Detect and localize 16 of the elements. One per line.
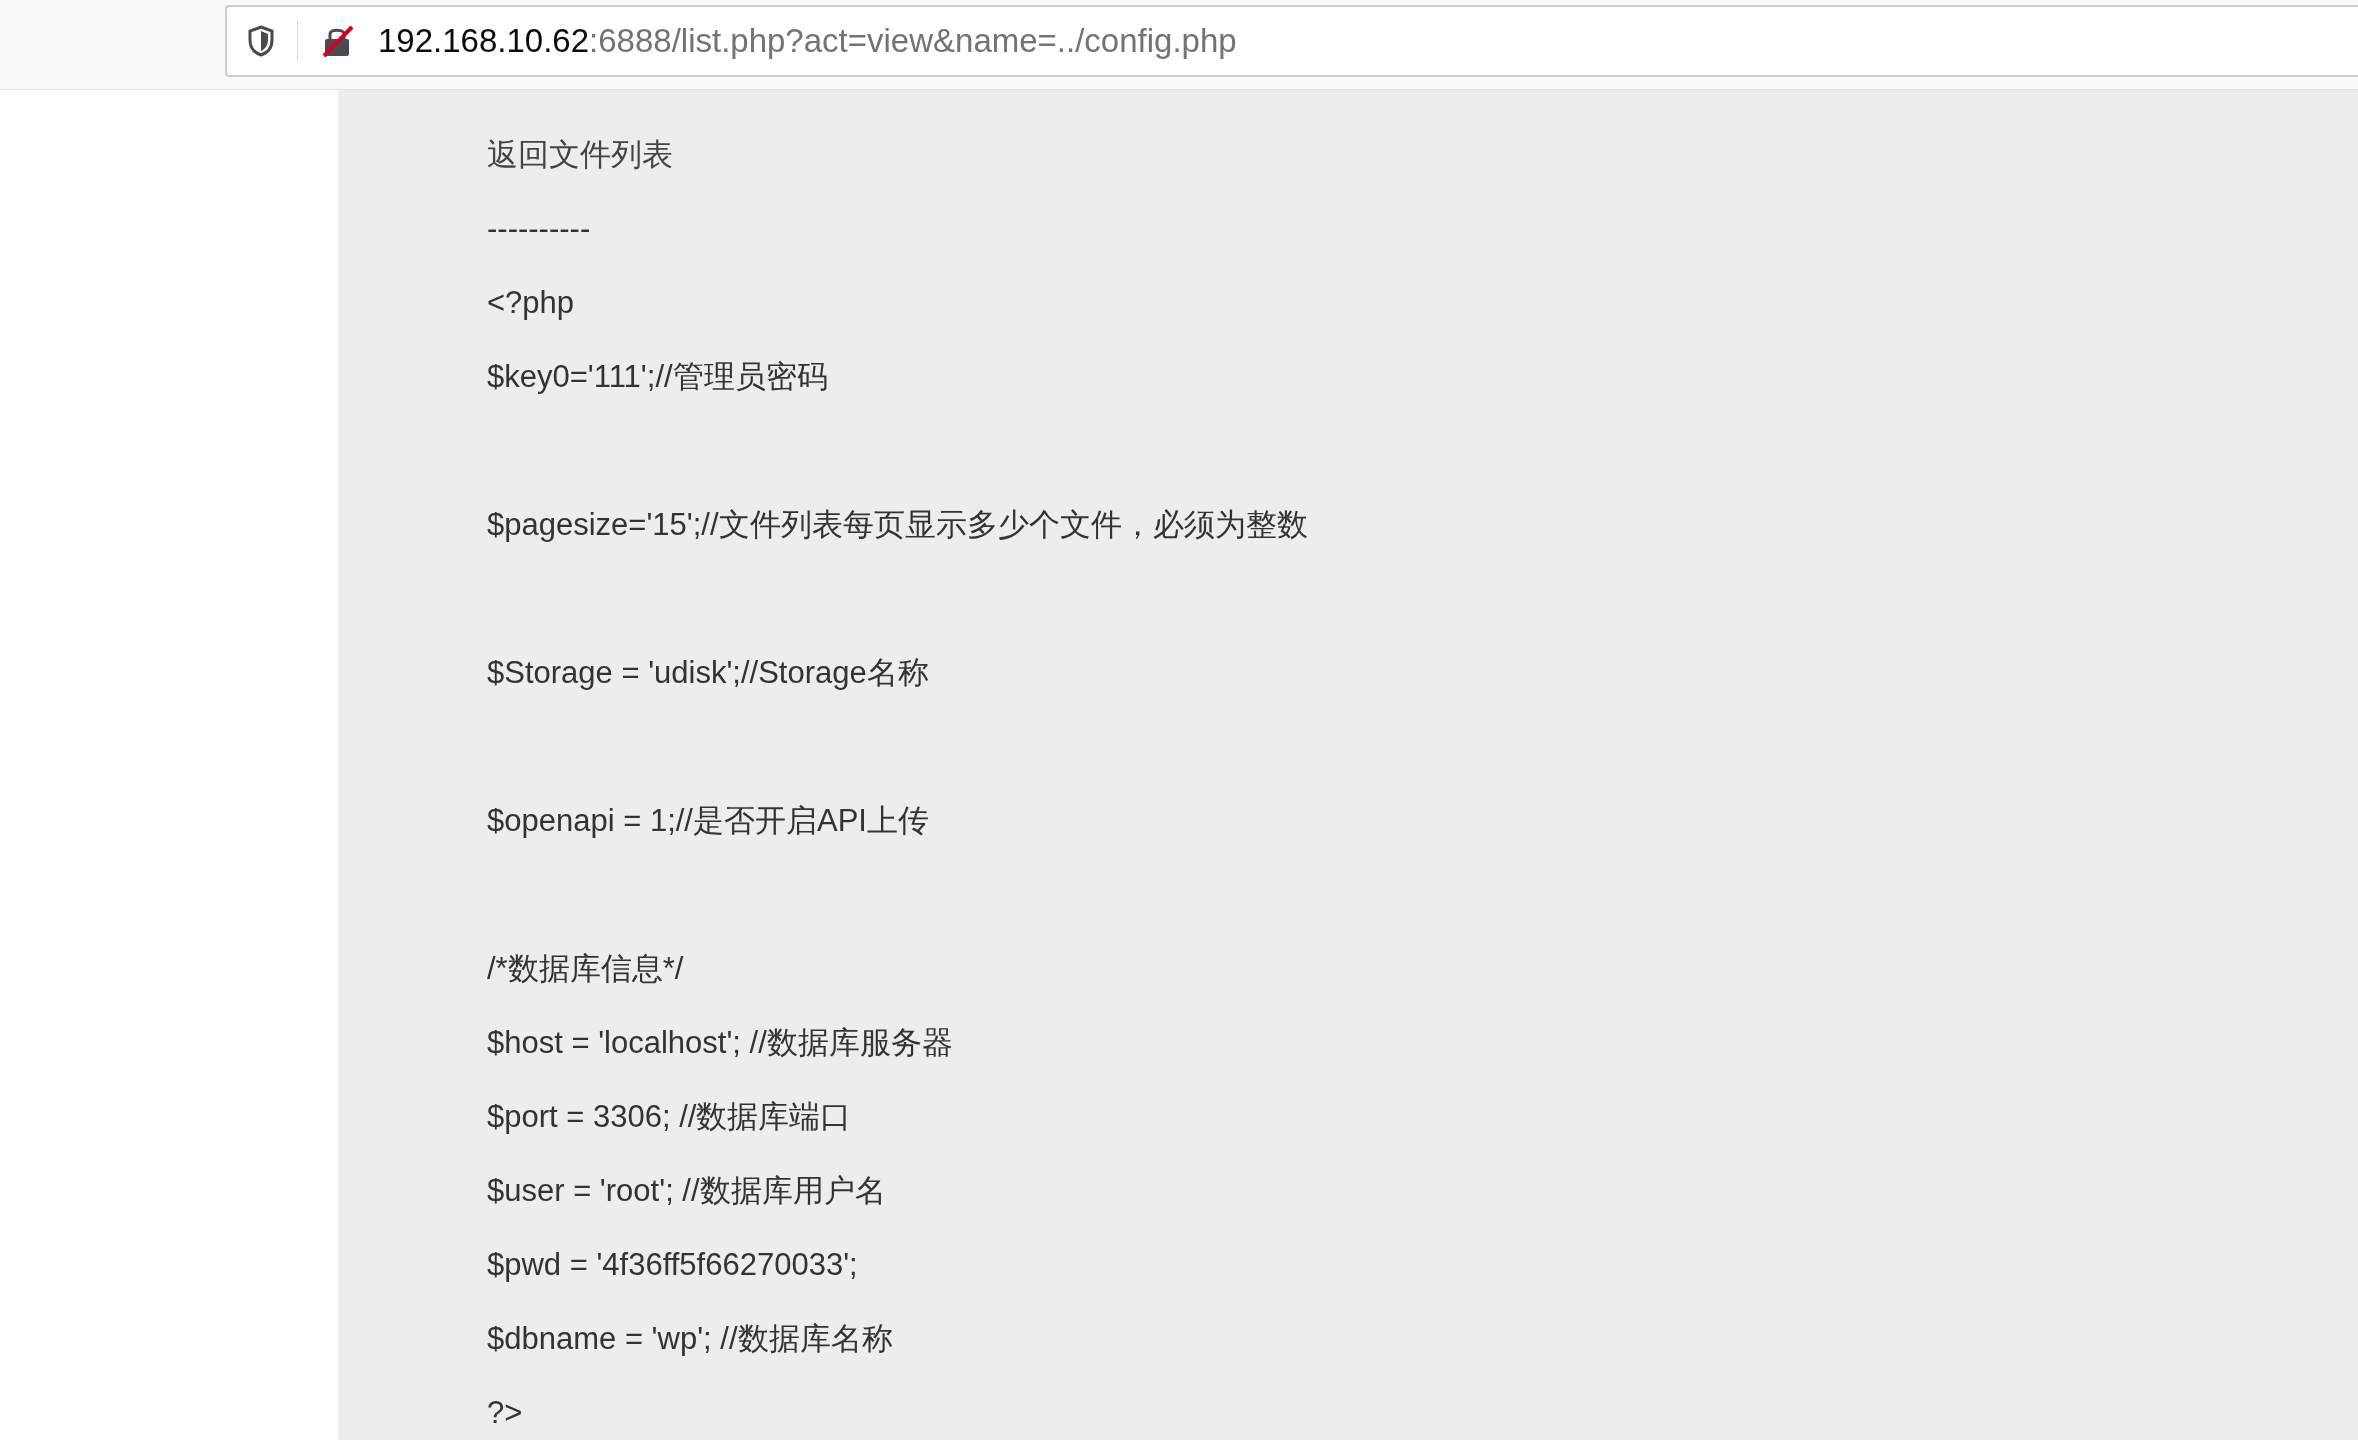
shield-icon[interactable]: [247, 25, 275, 57]
code-line: $pagesize='15';//文件列表每页显示多少个文件，必须为整数: [487, 507, 1308, 542]
code-line: $port = 3306; //数据库端口: [487, 1099, 852, 1134]
code-line: <?php: [487, 285, 575, 320]
code-line: $dbname = 'wp'; //数据库名称: [487, 1321, 893, 1356]
code-line: $host = 'localhost'; //数据库服务器: [487, 1025, 953, 1060]
code-line: $openapi = 1;//是否开启API上传: [487, 803, 929, 838]
crossed-lock-icon[interactable]: [320, 24, 356, 58]
code-line: $Storage = 'udisk';//Storage名称: [487, 655, 929, 690]
code-line: $user = 'root'; //数据库用户名: [487, 1173, 886, 1208]
code-line: /*数据库信息*/: [487, 951, 684, 986]
code-line: ?>: [487, 1395, 523, 1430]
code-line: $key0='111';//管理员密码: [487, 359, 828, 394]
code-line: $pwd = '4f36ff5f66270033';: [487, 1247, 858, 1282]
code-line: ----------: [487, 211, 591, 246]
back-link[interactable]: 返回文件列表: [487, 137, 673, 172]
